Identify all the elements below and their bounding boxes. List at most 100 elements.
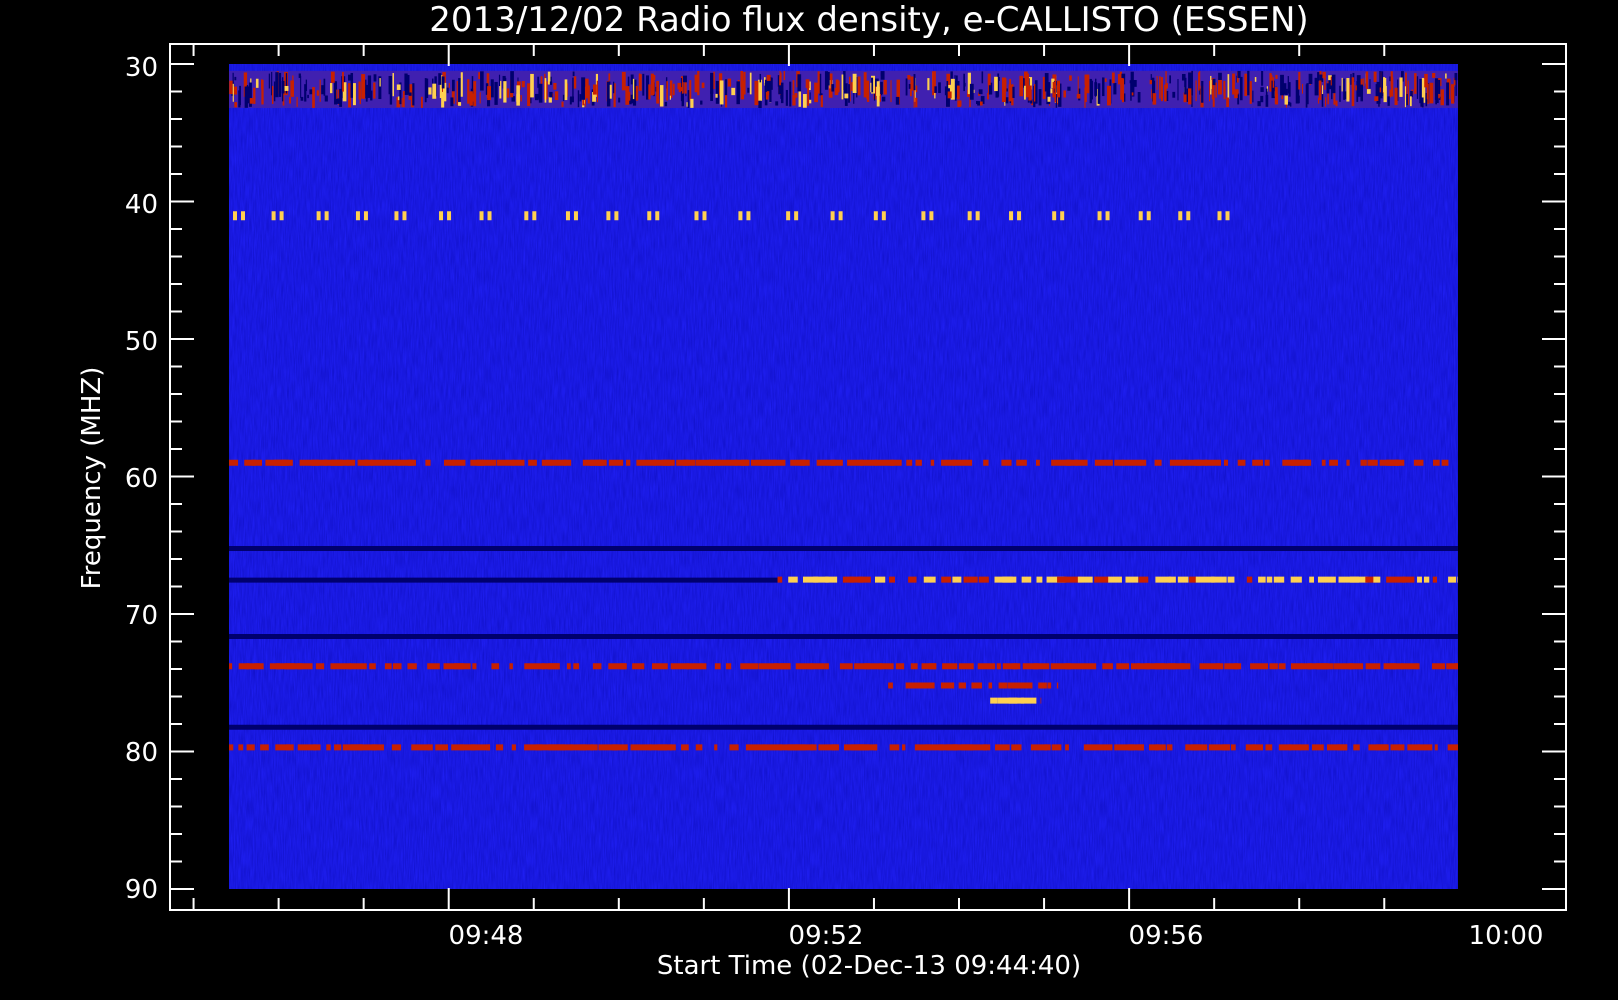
- noise-streak: [1318, 97, 1320, 104]
- noise-streak: [749, 72, 752, 95]
- heatmap-area: [229, 64, 1458, 889]
- noise-streak: [632, 78, 635, 100]
- noise-streak: [478, 72, 481, 80]
- emission-segment: [1199, 663, 1209, 670]
- interference-dash: [929, 211, 934, 221]
- emission-segment: [1211, 576, 1227, 583]
- emission-segment: [1038, 682, 1047, 689]
- emission-segment: [906, 459, 913, 466]
- noise-streak: [1111, 72, 1115, 84]
- noise-streak: [963, 73, 965, 92]
- noise-streak: [907, 75, 911, 80]
- emission-segment: [411, 744, 430, 751]
- emission-segment: [528, 459, 537, 466]
- interference-dash: [1146, 211, 1151, 221]
- emission-segment: [1223, 459, 1229, 466]
- interference-dash: [565, 211, 570, 221]
- emission-segment: [1317, 576, 1332, 583]
- noise-streak: [1024, 85, 1026, 100]
- noise-streak: [1249, 81, 1252, 104]
- noise-streak: [232, 83, 234, 102]
- noise-streak: [593, 84, 597, 95]
- noise-streak: [1152, 93, 1157, 105]
- noise-streak: [1341, 77, 1343, 92]
- noise-streak: [438, 73, 442, 85]
- y-tick-label: 40: [125, 190, 158, 220]
- interference-dash: [838, 211, 843, 221]
- dark-line: [229, 724, 1458, 730]
- emission-segment: [1094, 576, 1110, 583]
- noise-streak: [234, 102, 238, 108]
- emission-segment: [1321, 459, 1326, 466]
- emission-segment: [384, 663, 392, 670]
- dark-line: [229, 634, 1458, 639]
- emission-segment: [592, 663, 602, 670]
- emission-segment: [1434, 744, 1438, 751]
- emission-segment: [1252, 744, 1256, 751]
- emission-segment: [1204, 459, 1222, 466]
- noise-streak: [618, 97, 621, 103]
- emission-segment: [573, 663, 580, 670]
- emission-segment: [1155, 744, 1166, 751]
- emission-segment: [524, 663, 545, 670]
- interference-dash: [1052, 211, 1057, 221]
- emission-segment: [1447, 744, 1458, 751]
- noise-streak: [460, 72, 463, 97]
- noise-streak: [402, 91, 405, 108]
- noise-streak: [789, 81, 792, 107]
- interference-dash: [324, 211, 329, 221]
- noise-streak: [1212, 78, 1216, 86]
- noise-streak: [255, 78, 259, 88]
- noise-streak: [1325, 97, 1327, 107]
- noise-streak: [1365, 71, 1369, 89]
- noise-streak: [1165, 71, 1167, 88]
- noise-streak: [579, 94, 582, 102]
- emission-segment: [928, 663, 937, 670]
- noise-streak: [1235, 89, 1239, 95]
- noise-streak: [863, 72, 867, 98]
- emission-segment: [334, 744, 342, 751]
- noise-streak: [959, 100, 962, 107]
- noise-streak: [1044, 73, 1049, 92]
- noise-streak: [777, 75, 780, 87]
- noise-streak: [1318, 80, 1322, 100]
- emission-segment: [1365, 663, 1381, 670]
- noise-streak: [1247, 70, 1250, 96]
- emission-segment: [942, 663, 958, 670]
- noise-streak: [581, 77, 586, 100]
- noise-streak: [1445, 73, 1447, 79]
- noise-streak: [817, 71, 820, 94]
- noise-streak: [794, 93, 798, 98]
- emission-segment: [990, 697, 998, 704]
- noise-streak: [1226, 97, 1229, 107]
- noise-streak: [1249, 86, 1252, 91]
- interference-dash: [524, 211, 529, 221]
- emission-segment: [1227, 576, 1235, 583]
- emission-segment: [1108, 576, 1122, 583]
- noise-streak: [1288, 82, 1291, 97]
- noise-streak: [857, 76, 861, 96]
- noise-streak: [785, 89, 788, 106]
- noise-streak: [365, 84, 368, 99]
- noise-streak: [521, 81, 525, 88]
- noise-streak: [1057, 80, 1061, 98]
- noise-streak: [1426, 83, 1428, 100]
- noise-streak: [1438, 79, 1441, 94]
- noise-streak: [754, 80, 759, 106]
- emission-segment: [1432, 576, 1438, 583]
- noise-streak: [653, 76, 655, 95]
- emission-segment: [958, 682, 966, 689]
- noise-streak: [807, 81, 810, 106]
- noise-streak: [1346, 78, 1350, 102]
- emission-segment: [1084, 663, 1097, 670]
- emission-segment: [1417, 744, 1425, 751]
- emission-segment: [496, 459, 515, 466]
- emission-segment: [1401, 663, 1418, 670]
- noise-streak: [296, 96, 298, 107]
- noise-streak: [1261, 70, 1264, 86]
- noise-streak: [352, 83, 356, 106]
- emission-segment: [1021, 576, 1032, 583]
- noise-streak: [487, 86, 491, 101]
- emission-segment: [1237, 459, 1246, 466]
- emission-segment: [1075, 459, 1088, 466]
